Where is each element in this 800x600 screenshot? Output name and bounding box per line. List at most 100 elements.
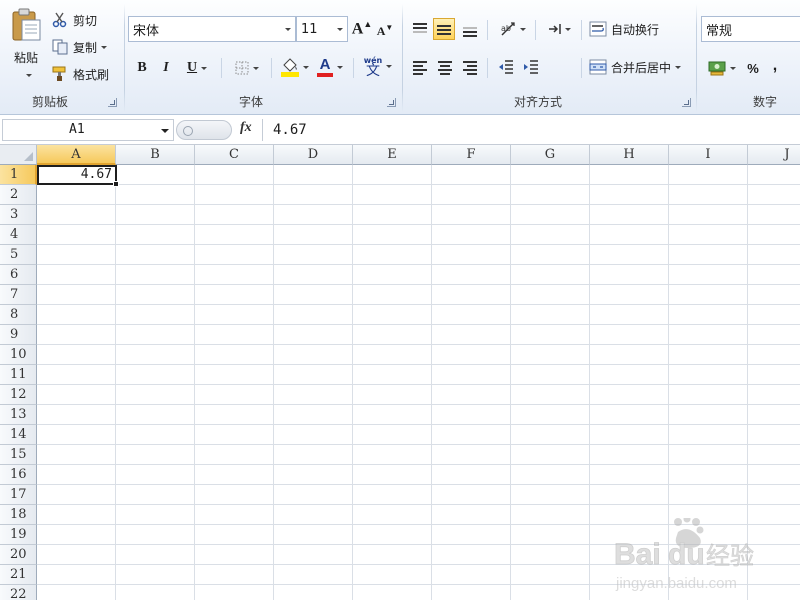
font-color-button[interactable]: A [313, 55, 347, 79]
text-direction-dropdown-icon[interactable] [565, 27, 571, 31]
svg-text:jingyan.baidu.com: jingyan.baidu.com [615, 575, 737, 592]
column-header-g[interactable]: G [511, 145, 590, 165]
font-size-combo[interactable]: 11 [296, 16, 348, 42]
number-group: 常规 % , 数字 [697, 0, 800, 115]
column-header-f[interactable]: F [432, 145, 511, 165]
comma-style-button[interactable]: , [767, 54, 783, 78]
row-header-3[interactable]: 3 [0, 205, 37, 225]
italic-label: I [163, 60, 169, 75]
row-header-11[interactable]: 11 [0, 365, 37, 385]
font-name-combo[interactable]: 宋体 [128, 16, 296, 42]
accounting-dropdown-icon[interactable] [730, 66, 736, 70]
formula-bar-handle[interactable] [176, 120, 232, 140]
wrap-text-button[interactable]: 自动换行 [589, 18, 659, 40]
clipboard-launcher-icon[interactable] [108, 98, 117, 107]
alignment-group: ab 自动换行 合并后居中 对齐方式 [403, 0, 696, 115]
decrease-indent-button[interactable] [495, 56, 517, 78]
column-header-e[interactable]: E [353, 145, 432, 165]
top-align-icon [413, 23, 427, 35]
name-box-dropdown-icon[interactable] [161, 129, 169, 133]
row-header-8[interactable]: 8 [0, 305, 37, 325]
decrease-font-size-button[interactable]: A▼ [375, 19, 395, 43]
insert-function-icon[interactable]: fx [240, 120, 252, 136]
paste-dropdown-arrow-icon[interactable] [26, 74, 32, 77]
copy-dropdown-arrow-icon[interactable] [101, 45, 108, 49]
borders-button[interactable] [229, 56, 265, 80]
active-cell-a1[interactable]: 4.67 [37, 165, 117, 185]
underline-button[interactable]: U [180, 56, 214, 80]
cut-button[interactable]: 剪切 [52, 10, 97, 30]
fill-handle[interactable] [113, 181, 119, 187]
font-launcher-icon[interactable] [387, 98, 396, 107]
format-painter-label: 格式刷 [73, 67, 110, 82]
font-group: 宋体 11 A▲ A▼ B I U A wén 文 字体 [125, 0, 402, 115]
fill-color-dropdown-icon[interactable] [303, 65, 309, 69]
row-header-18[interactable]: 18 [0, 505, 37, 525]
row-header-16[interactable]: 16 [0, 465, 37, 485]
cut-label: 剪切 [73, 13, 98, 28]
format-painter-button[interactable]: 格式刷 [52, 64, 109, 84]
italic-button[interactable]: I [155, 56, 177, 80]
align-left-button[interactable] [409, 56, 431, 78]
row-header-4[interactable]: 4 [0, 225, 37, 245]
name-box-value: A1 [69, 122, 85, 137]
bold-button[interactable]: B [131, 56, 153, 80]
merge-center-button[interactable]: 合并后居中 [589, 56, 682, 78]
align-center-button[interactable] [434, 56, 456, 78]
row-header-17[interactable]: 17 [0, 485, 37, 505]
decrease-indent-icon [499, 60, 513, 74]
row-header-6[interactable]: 6 [0, 265, 37, 285]
middle-align-button[interactable] [433, 18, 455, 40]
underline-dropdown-icon[interactable] [201, 66, 208, 70]
clipboard-group-label: 剪贴板 [31, 95, 68, 109]
align-right-button[interactable] [459, 56, 481, 78]
column-header-b[interactable]: B [116, 145, 195, 165]
row-header-13[interactable]: 13 [0, 405, 37, 425]
column-header-a[interactable]: A [37, 145, 116, 165]
number-format-combo[interactable]: 常规 [701, 16, 800, 42]
orientation-button[interactable]: ab [497, 18, 529, 40]
column-header-j[interactable]: J [748, 145, 800, 165]
phonetic-button[interactable]: wén 文 [359, 54, 397, 78]
align-center-icon [438, 61, 452, 75]
paste-button[interactable]: 粘贴 [4, 4, 48, 88]
row-header-7[interactable]: 7 [0, 285, 37, 305]
borders-dropdown-icon[interactable] [253, 66, 259, 70]
row-header-19[interactable]: 19 [0, 525, 37, 545]
select-all-button[interactable] [0, 145, 37, 165]
row-header-5[interactable]: 5 [0, 245, 37, 265]
phonetic-dropdown-icon[interactable] [386, 64, 393, 68]
row-header-15[interactable]: 15 [0, 445, 37, 465]
row-header-21[interactable]: 21 [0, 565, 37, 585]
row-header-1[interactable]: 1 [0, 165, 37, 185]
copy-button[interactable]: 复制 [52, 37, 108, 57]
percent-style-button[interactable]: % [743, 56, 763, 80]
divider [221, 58, 222, 78]
orientation-dropdown-icon[interactable] [520, 27, 526, 31]
increase-font-size-button[interactable]: A▲ [351, 17, 373, 41]
row-header-10[interactable]: 10 [0, 345, 37, 365]
formula-input[interactable]: 4.67 [262, 119, 800, 141]
top-align-button[interactable] [409, 18, 431, 40]
row-header-2[interactable]: 2 [0, 185, 37, 205]
alignment-launcher-icon[interactable] [682, 98, 691, 107]
row-header-14[interactable]: 14 [0, 425, 37, 445]
merge-center-dropdown-icon[interactable] [675, 65, 682, 69]
name-box[interactable]: A1 [2, 119, 174, 141]
row-header-12[interactable]: 12 [0, 385, 37, 405]
accounting-format-button[interactable] [705, 56, 739, 80]
bottom-align-button[interactable] [459, 20, 481, 42]
row-header-20[interactable]: 20 [0, 545, 37, 565]
fill-color-button[interactable] [277, 55, 313, 79]
text-direction-button[interactable] [543, 18, 575, 40]
column-header-d[interactable]: D [274, 145, 353, 165]
row-header-22[interactable]: 22 [0, 585, 37, 600]
column-header-h[interactable]: H [590, 145, 669, 165]
font-color-dropdown-icon[interactable] [337, 65, 343, 69]
font-name-dropdown-icon[interactable] [281, 17, 295, 41]
font-size-dropdown-icon[interactable] [333, 17, 347, 41]
row-header-9[interactable]: 9 [0, 325, 37, 345]
column-header-c[interactable]: C [195, 145, 274, 165]
increase-indent-button[interactable] [520, 56, 542, 78]
column-header-i[interactable]: I [669, 145, 748, 165]
